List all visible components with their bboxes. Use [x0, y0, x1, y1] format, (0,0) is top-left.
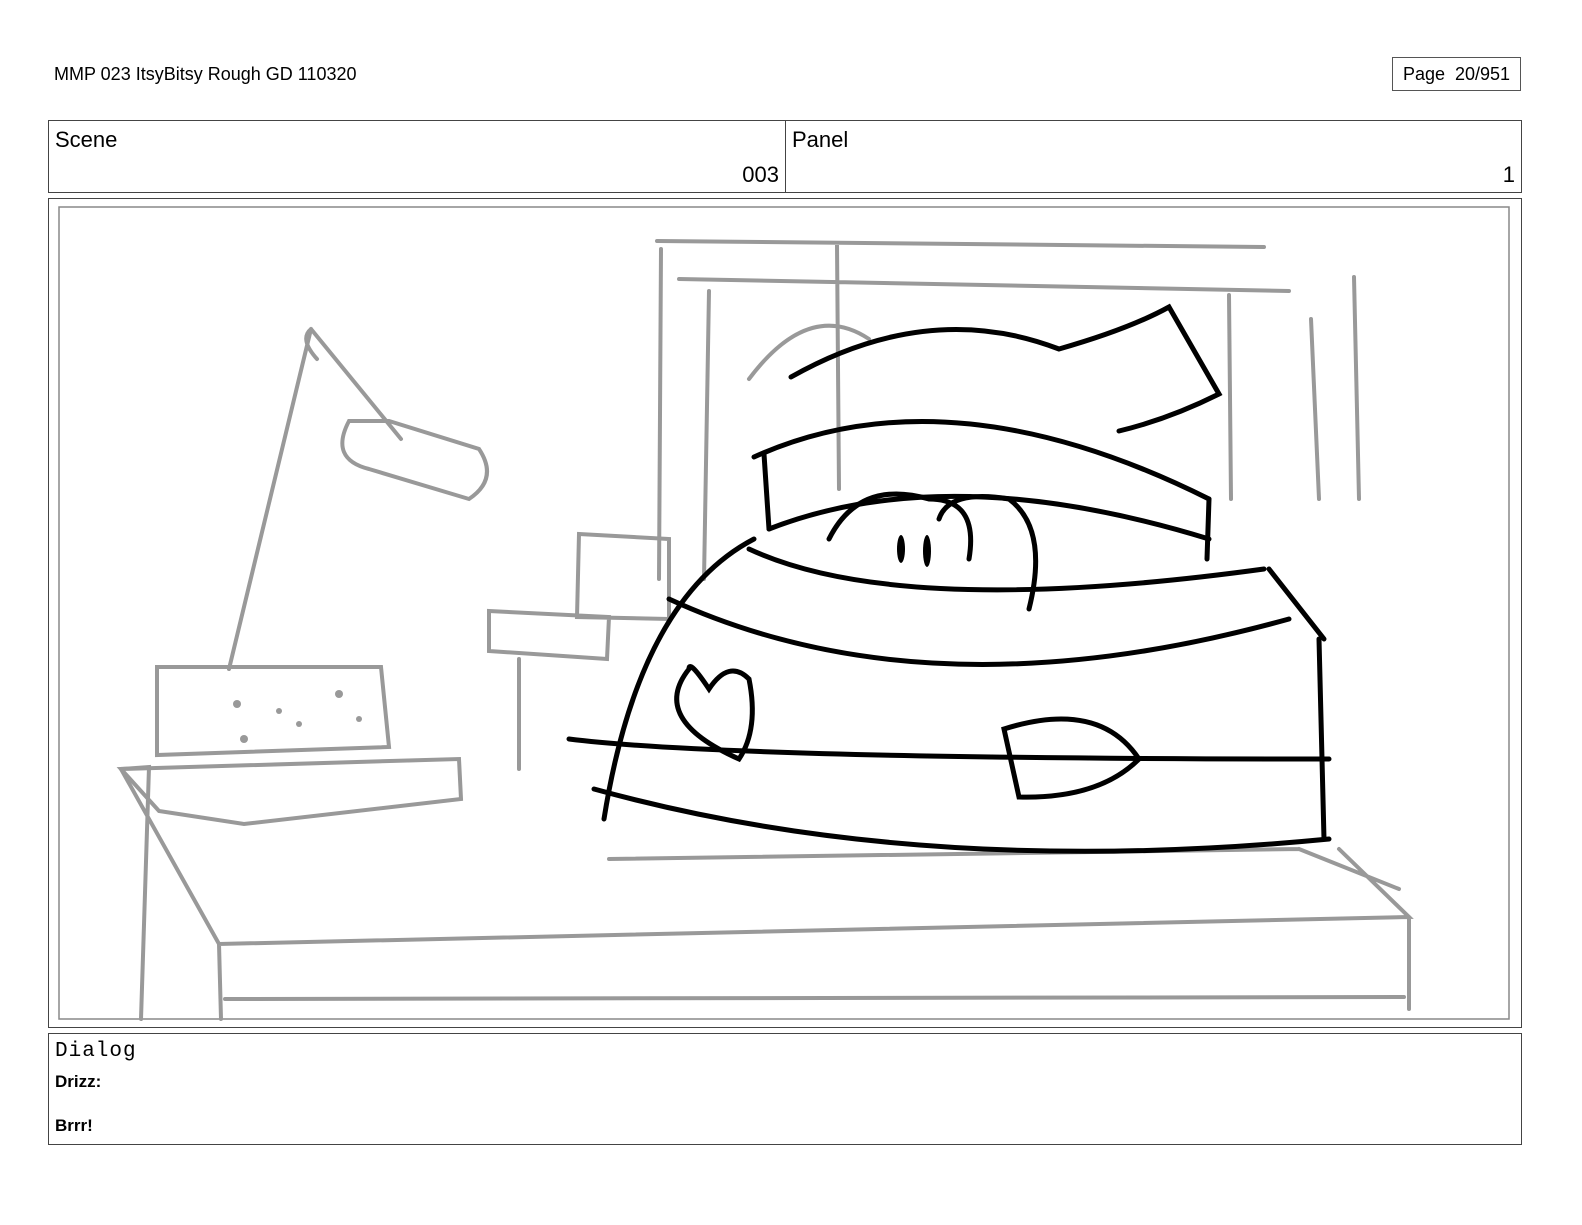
character-sketch: [566, 303, 1332, 854]
panel-number: 1: [1502, 162, 1515, 187]
page-indicator: Page 20/951: [1392, 57, 1521, 91]
dialog-speaker: Drizz:: [55, 1072, 102, 1091]
dialog-line: Brrr!: [55, 1116, 93, 1135]
scene-panel-header: Scene 003 Panel 1: [48, 120, 1522, 193]
scene-cell: Scene 003: [49, 121, 786, 192]
document-title: MMP 023 ItsyBitsy Rough GD 110320: [54, 64, 357, 84]
dialog-box: Dialog Drizz: Brrr!: [48, 1033, 1522, 1145]
panel-label: Panel: [792, 127, 849, 152]
dialog-label: Dialog: [55, 1040, 137, 1063]
panel-cell: Panel 1: [786, 121, 1521, 192]
storyboard-sketch: [58, 206, 1510, 1021]
clock-dots: [233, 690, 362, 743]
scene-label: Scene: [55, 127, 118, 152]
inner-frame: [58, 206, 1510, 1020]
character-eyes: [897, 535, 931, 567]
background-sketch: [116, 239, 1414, 1021]
scene-number: 003: [742, 162, 779, 187]
storyboard-panel: [48, 198, 1522, 1028]
